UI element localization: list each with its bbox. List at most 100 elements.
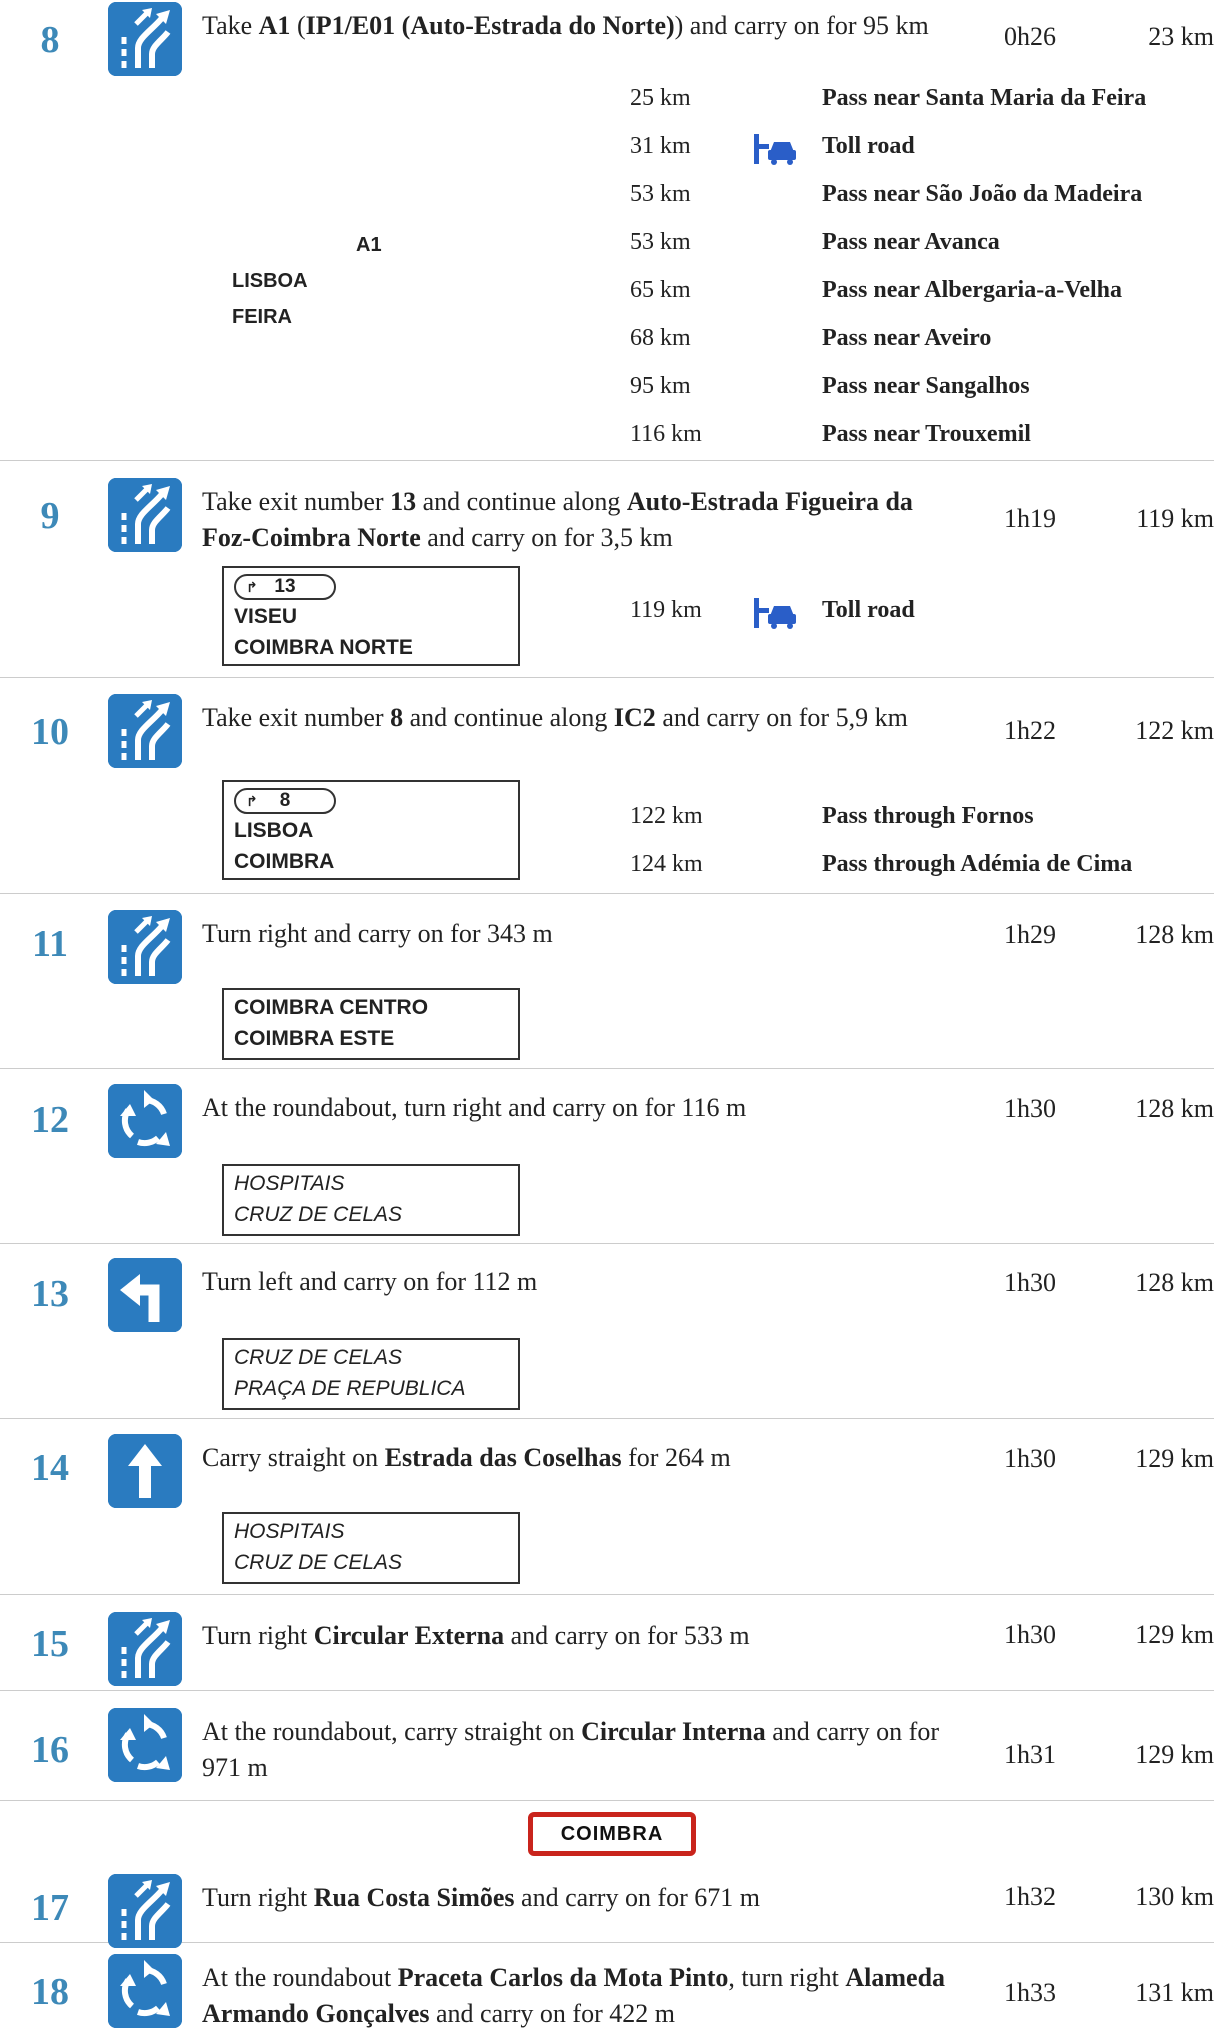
step-distance: 131 km [1135, 1978, 1214, 2007]
sign-destination: HOSPITAIS [234, 1172, 345, 1195]
sign-destination: VISEU [234, 605, 298, 628]
road-label: A1 [356, 234, 382, 256]
waypoint-text: Toll road [822, 133, 915, 159]
destination-label: FEIRA [232, 306, 292, 328]
waypoint-text: Pass near Aveiro [822, 325, 992, 351]
step-number: 12 [31, 1099, 69, 1141]
straight-arrow-icon [108, 1434, 182, 1508]
sign-destination: COIMBRA ESTE [234, 1027, 395, 1050]
step-instruction: Take exit number 8 and continue along IC… [202, 703, 908, 732]
city-entry-sign: COIMBRA [528, 1812, 696, 1856]
waypoint-km: 25 km [630, 85, 691, 111]
direction-sign: HOSPITAIS CRUZ DE CELAS [222, 1164, 520, 1236]
step-number: 17 [31, 1887, 69, 1929]
exit-ramp-icon [108, 1612, 182, 1686]
step-distance: 119 km [1136, 504, 1214, 533]
step-divider [0, 1418, 1214, 1419]
exit-ramp-icon [108, 694, 182, 768]
sign-destination: CRUZ DE CELAS [234, 1551, 403, 1574]
step-divider [0, 1800, 1214, 1801]
direction-sign: CRUZ DE CELAS PRAÇA DE REPUBLICA [222, 1338, 520, 1410]
step-instruction: At the roundabout, turn right and carry … [202, 1093, 747, 1122]
step-number: 11 [32, 923, 68, 965]
step-distance: 130 km [1135, 1882, 1214, 1911]
waypoint-text: Pass near Trouxemil [822, 421, 1031, 447]
step-number: 13 [31, 1273, 69, 1315]
step-number: 16 [31, 1729, 69, 1771]
sign-destination: COIMBRA CENTRO [234, 996, 429, 1019]
exit-ramp-icon [108, 910, 182, 984]
sign-destination: CRUZ DE CELAS [234, 1346, 403, 1369]
step-time: 1h32 [1004, 1882, 1056, 1911]
waypoint-text: Pass through Fornos [822, 803, 1034, 829]
exit-number: 8 [279, 790, 291, 811]
sign-destination: PRAÇA DE REPUBLICA [234, 1377, 466, 1400]
step-number: 10 [31, 711, 69, 753]
waypoint-km: 116 km [630, 421, 702, 447]
waypoint-km: 31 km [630, 133, 691, 159]
step-instruction: Take A1 (IP1/E01 (Auto-Estrada do Norte)… [202, 11, 929, 40]
step-number: 15 [31, 1623, 69, 1665]
step-divider [0, 1068, 1214, 1069]
step-divider [0, 1942, 1214, 1943]
step-number: 8 [40, 19, 60, 61]
step-time: 1h30 [1004, 1268, 1056, 1297]
step-number: 18 [31, 1971, 69, 2013]
step-distance: 129 km [1135, 1444, 1214, 1473]
exit-icon: ↱ [246, 793, 258, 809]
step-number: 9 [40, 495, 60, 537]
step-time: 1h33 [1004, 1978, 1056, 2007]
sign-destination: HOSPITAIS [234, 1520, 345, 1543]
step-time: 1h30 [1004, 1094, 1056, 1123]
step-instruction: Carry straight on Estrada das Coselhas f… [202, 1443, 731, 1472]
step-time: 1h22 [1004, 716, 1056, 745]
step-time: 1h19 [1004, 504, 1056, 533]
exit-number: 13 [274, 576, 296, 597]
step-time: 1h29 [1004, 920, 1056, 949]
waypoint-text: Toll road [822, 597, 915, 623]
step-distance: 129 km [1135, 1740, 1214, 1769]
waypoint-km: 68 km [630, 325, 691, 351]
step-divider [0, 893, 1214, 894]
waypoint-text: Pass near São João da Madeira [822, 181, 1143, 207]
step-distance: 23 km [1148, 22, 1214, 51]
waypoint-km: 119 km [630, 597, 702, 623]
step-divider [0, 1690, 1214, 1691]
sign-destination: COIMBRA NORTE [234, 636, 413, 659]
step-distance: 128 km [1135, 1268, 1214, 1297]
step-number: 14 [31, 1447, 69, 1489]
step-instruction: Turn right and carry on for 343 m [202, 919, 553, 948]
direction-sign: HOSPITAIS CRUZ DE CELAS [222, 1512, 520, 1584]
exit-ramp-icon [108, 1874, 182, 1948]
waypoint-text: Pass near Sangalhos [822, 373, 1030, 399]
step-distance: 129 km [1135, 1620, 1214, 1649]
toll-road-icon [752, 596, 800, 630]
waypoint-km: 95 km [630, 373, 691, 399]
step-instruction: At the roundabout Praceta Carlos da Mota… [202, 1963, 946, 2028]
direction-sign: ↱ 8 LISBOA COIMBRA [222, 780, 520, 880]
waypoint-km: 53 km [630, 229, 691, 255]
exit-number-badge: ↱ 13 [234, 574, 336, 600]
direction-sign: ↱ 13 VISEU COIMBRA NORTE [222, 566, 520, 666]
turn-left-icon [108, 1258, 182, 1332]
step-divider [0, 1243, 1214, 1244]
step-distance: 122 km [1135, 716, 1214, 745]
exit-number-badge: ↱ 8 [234, 788, 336, 814]
waypoint-km: 53 km [630, 181, 691, 207]
sign-destination: CRUZ DE CELAS [234, 1203, 403, 1226]
step-distance: 128 km [1135, 920, 1214, 949]
step-distance: 128 km [1135, 1094, 1214, 1123]
roundabout-icon [108, 1708, 182, 1782]
step-instruction: Take exit number 13 and continue along A… [202, 487, 913, 552]
step-divider [0, 1594, 1214, 1595]
step-instruction: At the roundabout, carry straight on Cir… [202, 1717, 939, 1782]
waypoint-text: Pass through Adémia de Cima [822, 851, 1133, 877]
step-instruction: Turn right Rua Costa Simões and carry on… [202, 1883, 761, 1912]
sign-destination: LISBOA [234, 819, 314, 842]
step-instruction: Turn left and carry on for 112 m [202, 1267, 538, 1296]
exit-ramp-icon [108, 2, 182, 76]
step-time: 1h31 [1004, 1740, 1056, 1769]
exit-ramp-icon [108, 478, 182, 552]
destination-label: LISBOA [232, 270, 308, 292]
waypoint-text: Pass near Avanca [822, 229, 1000, 255]
